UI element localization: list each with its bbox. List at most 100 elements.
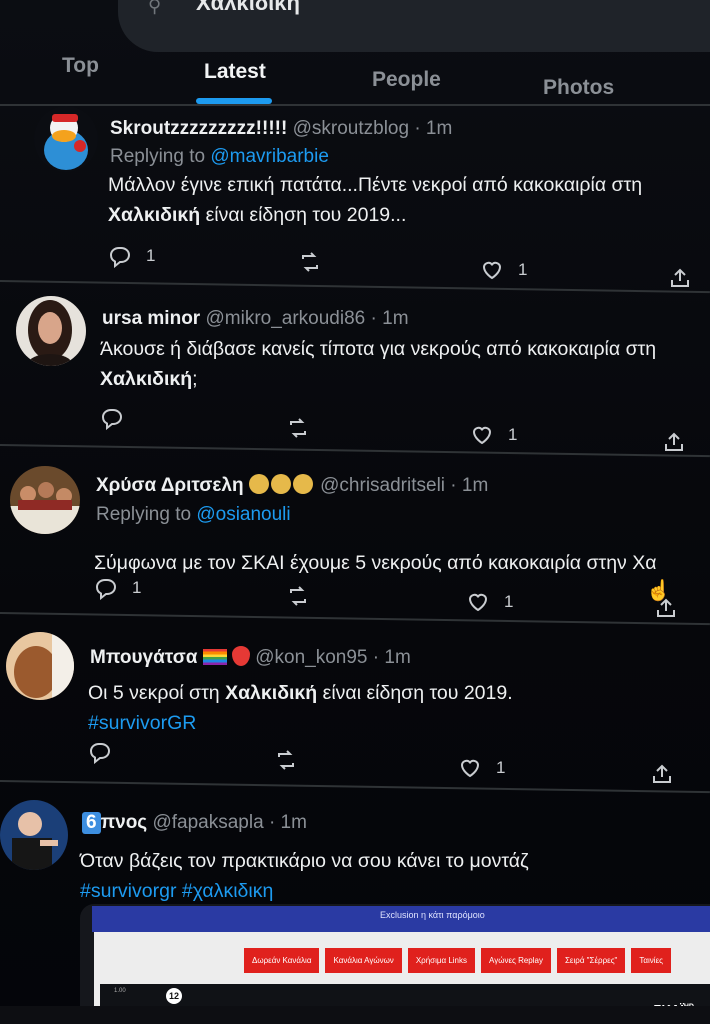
tweet-author-handle[interactable]: @chrisadritseli [320,475,445,496]
video-small-text: 1.00 [114,988,126,994]
tweet-author-name[interactable]: ursa minor [102,308,200,329]
reply-mention[interactable]: @mavribarbie [210,146,329,167]
tweet-text: Οι 5 νεκροί στη Χαλκιδική είναι είδηση τ… [88,678,513,738]
heart-icon [460,759,480,778]
search-query: Χαλκιδική [196,0,300,15]
share-button[interactable] [662,430,686,454]
menu-button: Αγώνες Replay [481,948,551,973]
retweet-button[interactable] [286,416,310,440]
keyword-highlight: Χαλκιδική [225,682,318,704]
avatar[interactable] [10,466,80,534]
tab-top[interactable]: Top [62,54,99,78]
like-count: 1 [504,592,514,611]
tweet-author-handle[interactable]: @skroutzblog [293,118,409,139]
reply-button[interactable]: 1 [94,576,141,600]
share-button[interactable] [650,762,674,786]
tweet-author-handle[interactable]: @fapaksapla [152,812,263,833]
tweet-time: · 1m [370,308,409,329]
emoji [202,646,250,668]
avatar[interactable] [0,800,68,870]
replying-to-label: Replying to [110,146,206,167]
replying-to-label: Replying to [96,504,192,525]
tab-photos[interactable]: Photos [543,76,614,100]
channel-menu: Δωρεάν Κανάλια Κανάλια Αγώνων Χρήσιμα Li… [244,948,671,973]
search-icon: ⚲ [148,0,162,16]
retweet-button[interactable] [298,250,322,274]
tweet-text-line: Άκουσε ή διάβασε κανείς τίποτα για νεκρο… [100,338,657,360]
avatar[interactable] [34,106,98,172]
reply-icon [109,247,131,268]
reply-icon [89,743,111,764]
like-button[interactable]: 1 [458,756,505,780]
reply-icon [101,409,123,430]
like-button[interactable]: 1 [470,423,517,447]
retweet-button[interactable] [274,748,298,772]
tweet-time: · 1m [450,475,489,496]
like-button[interactable]: 1 [480,258,527,282]
like-count: 1 [508,425,518,444]
like-count: 1 [496,758,506,777]
tweet-text: Μάλλον έγινε επική πατάτα...Πέντε νεκροί… [108,170,642,230]
reply-button[interactable] [100,406,124,430]
tweet-time: · 1m [268,812,307,833]
tweet-text-line: Χαλκιδική είναι είδηση του 2019... [108,200,642,230]
like-button[interactable]: 1 [466,590,513,614]
reply-mention[interactable]: @osianouli [196,504,290,525]
tweet-author-name[interactable]: πνος [101,812,148,833]
heart-icon [482,261,502,280]
share-icon [671,268,689,287]
keyword-highlight: Χαλκιδική [100,368,193,390]
reply-button[interactable] [88,740,112,764]
retweet-button[interactable] [286,584,310,608]
keyword-highlight: Χαλκιδική [108,204,201,226]
tweet-text: Άκουσε ή διάβασε κανείς τίποτα για νεκρο… [100,334,656,394]
search-bar[interactable]: ⚲ Χαλκιδική [118,0,710,52]
tweet-time: · 1m [372,647,411,668]
avatar[interactable] [16,296,86,366]
tab-latest[interactable]: Latest [204,60,266,84]
hashtag-link[interactable]: #survivorgr #χαλκιδικη [80,876,529,906]
bottom-bar [0,1006,710,1024]
tweet-text: Σύμφωνα με τον ΣΚΑΙ έχουμε 5 νεκρούς από… [94,548,656,578]
tweet[interactable]: ursa minor @mikro_arkoudi86 · 1m Άκουσε … [0,290,710,451]
age-rating-badge: 12 [166,988,182,1004]
twitter-search-screen: ⚲ Χαλκιδική Top Latest People Photos Skr… [0,0,710,1024]
share-button[interactable] [668,266,692,290]
tab-people[interactable]: People [372,68,441,92]
tweet-text-rest: είναι είδηση του 2019... [200,204,407,226]
tweet-author-name[interactable]: Skroutzzzzzzzzz!!!!! [110,118,287,139]
retweet-icon [278,750,294,770]
retweet-icon [290,586,306,606]
menu-button: Δωρεάν Κανάλια [244,948,320,973]
video-banner-text: Exclusion η κάτι παρόμοιο [380,910,485,920]
tweet-text-line: Οι 5 νεκροί στη Χαλκιδική είναι είδηση τ… [88,678,513,708]
emoji [248,474,315,496]
reply-button[interactable]: 1 [108,244,155,268]
hashtag-link[interactable]: #survivorGR [88,708,513,738]
reply-icon [95,579,117,600]
avatar[interactable] [6,632,74,700]
tweet-text-line: Σύμφωνα με τον ΣΚΑΙ έχουμε 5 νεκρούς από… [94,552,657,574]
tweet-text-part: είναι είδηση του 2019. [317,682,513,704]
tweet-text-line: Όταν βάζεις τον πρακτικάριο να σου κάνει… [80,850,529,872]
menu-button: Σειρά "Σέρρες" [556,948,626,973]
share-icon [653,764,671,783]
tweet-author-handle[interactable]: @kon_kon95 [255,647,367,668]
tweet-author-name[interactable]: Χρύσα Δριτσελη [96,475,244,496]
menu-button: Ταινίες [631,948,671,973]
menu-button: Κανάλια Αγώνων [325,948,402,973]
share-icon [665,432,683,451]
tweet-text-line: Χαλκιδική; [100,364,656,394]
tweet[interactable]: Skroutzzzzzzzzz!!!!! @skroutzblog · 1m R… [0,104,710,287]
tweet[interactable]: Χρύσα Δριτσελη @chrisadritseli · 1m Repl… [0,456,710,617]
tweet-author-handle[interactable]: @mikro_arkoudi86 [205,308,365,329]
tweet-text-line: Μάλλον έγινε επική πατάτα...Πέντε νεκροί… [108,174,643,196]
retweet-icon [302,252,318,272]
reply-count: 1 [132,578,142,597]
heart-icon [468,593,488,612]
reply-count: 1 [146,246,156,265]
heart-icon [472,426,492,445]
tweet-author-name[interactable]: Μπουγάτσα [90,647,197,668]
tweet[interactable]: Μπουγάτσα @kon_kon95 · 1m Οι 5 νεκροί στ… [0,624,710,783]
tweet-time: · 1m [414,118,453,139]
